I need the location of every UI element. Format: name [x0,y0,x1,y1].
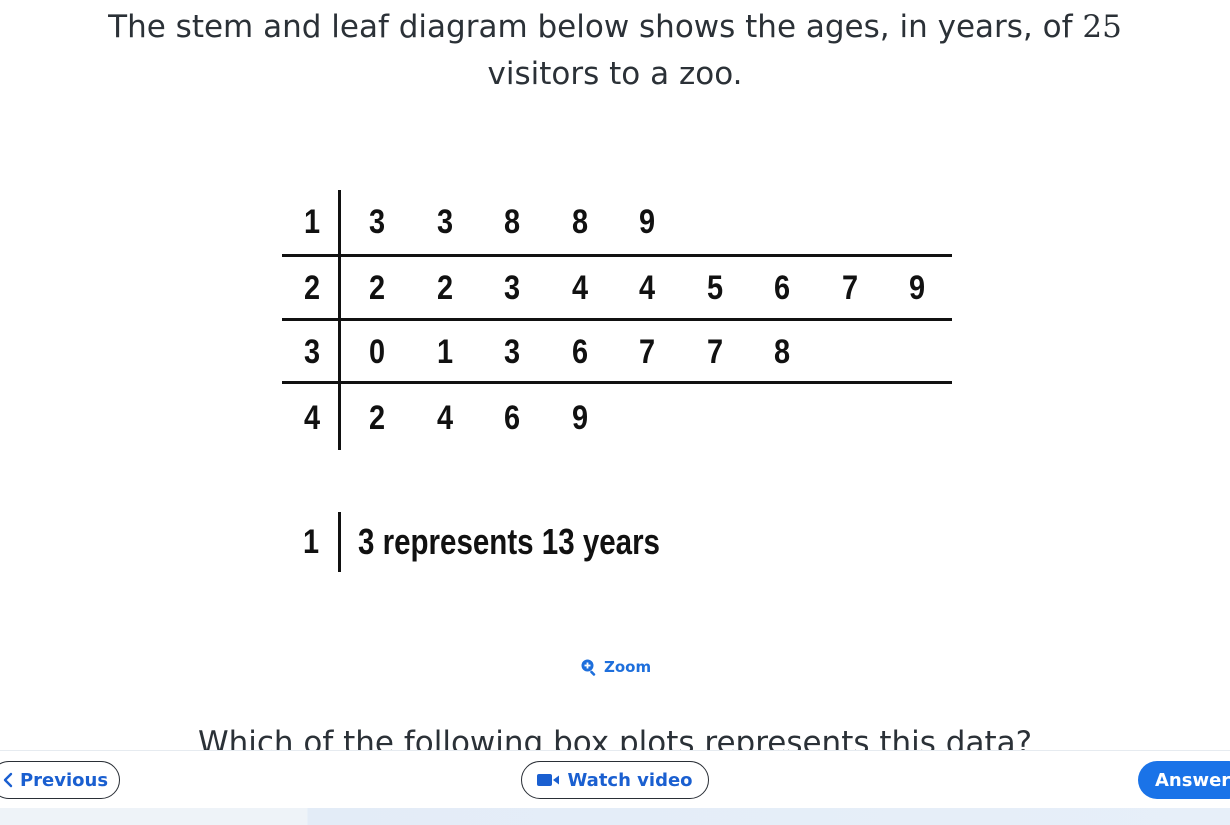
stem-value: 4 [303,399,321,437]
follow-up-question: Which of the following box plots represe… [0,720,1230,750]
leaf-value: 8 [503,203,521,241]
leaf-value: 8 [571,203,588,241]
key-stem: 1 [302,523,320,561]
stem-value: 2 [303,269,321,307]
bottom-strip [0,808,1230,825]
leaf-value: 7 [841,269,858,307]
leaf-value: 3 [368,203,386,241]
stem-value: 1 [303,203,321,241]
previous-label: Previous [19,769,109,791]
leaf-value: 6 [773,269,791,307]
leaf-value: 7 [706,333,723,371]
watch-video-button[interactable]: Watch video [521,761,709,799]
zoom-label: Zoom [604,658,652,676]
watch-video-label: Watch video [567,769,693,791]
leaf-value: 5 [706,269,723,307]
row-separator [282,254,952,257]
answer-button[interactable]: Answer [1138,761,1230,799]
leaf-value: 6 [503,399,521,437]
leaf-value: 3 [503,333,521,371]
leaf-value: 9 [638,203,656,241]
leaf-value: 3 [436,203,453,241]
zoom-button[interactable]: Zoom [580,656,651,678]
leaf-value: 2 [368,399,386,437]
chevron-left-icon [3,772,13,788]
leaf-value: 6 [571,333,588,371]
leaf-value: 9 [908,269,926,307]
key-text: 3 represents 13 years [358,521,660,562]
leaf-value: 7 [638,333,656,371]
row-separator [282,381,952,384]
leaf-value: 4 [638,269,656,307]
leaf-value: 2 [368,269,386,307]
key-divider [338,512,341,572]
answer-label: Answer [1155,769,1230,791]
follow-up-question-text: Which of the following box plots represe… [197,725,1033,750]
previous-button[interactable]: Previous [0,761,120,799]
row-separator [282,318,952,321]
video-camera-icon [537,774,560,786]
leaf-value: 9 [571,399,588,437]
leaf-value: 4 [436,399,453,437]
leaf-value: 1 [436,333,453,371]
leaf-value: 4 [571,269,588,307]
leaf-value: 8 [773,333,791,371]
leaf-value: 0 [368,333,386,371]
zoom-in-icon [581,659,596,676]
bottom-toolbar: Previous Watch video Answer [0,750,1230,809]
stem-and-leaf-diagram: 1 3 represents 13 years 1 3 3 8 8 9 2 2 2 3 4 4 5 6 7 9… [0,0,1230,600]
leaf-value: 2 [436,269,453,307]
stem-value: 3 [303,333,321,371]
leaf-value: 3 [503,269,521,307]
